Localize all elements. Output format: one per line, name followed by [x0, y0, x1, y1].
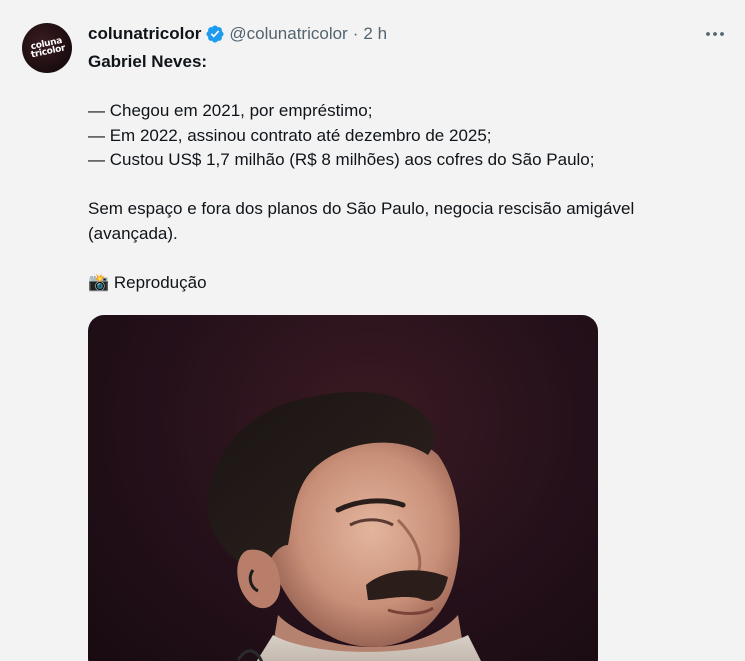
tweet-line-4: Sem espaço e fora dos planos do São Paul…	[88, 199, 635, 218]
verified-badge-icon	[205, 24, 225, 44]
tweet-line-2: — Em 2022, assinou contrato até dezembro…	[88, 125, 492, 145]
tweet-line-1: — Chegou em 2021, por empréstimo;	[88, 101, 373, 120]
player-photo-illustration	[207, 391, 481, 661]
more-icon[interactable]	[703, 24, 727, 44]
tweet-title: Gabriel Neves:	[88, 52, 208, 71]
handle[interactable]: @colunatricolor	[229, 24, 347, 44]
tweet-card[interactable]: coluna tricolor colunatricolor @colunatr…	[0, 0, 745, 661]
photo-credit-text: Reprodução	[113, 272, 207, 292]
tweet-photo[interactable]	[88, 315, 598, 661]
tweet-header: colunatricolor @colunatricolor · 2 h	[88, 22, 387, 46]
photo-credit: 📸 Reprodução	[88, 271, 718, 296]
tweet-line-3: — Custou US$ 1,7 milhão (R$ 8 milhões) a…	[88, 150, 595, 169]
camera-emoji-icon: 📸	[88, 272, 110, 292]
separator-dot: ·	[352, 24, 359, 43]
avatar-logo: coluna tricolor	[28, 36, 66, 61]
display-name[interactable]: colunatricolor	[88, 24, 201, 44]
tweet-text: Gabriel Neves: — Chegou em 2021, por emp…	[88, 50, 718, 295]
tweet-line-5: (avançada).	[88, 223, 178, 243]
timestamp[interactable]: 2 h	[363, 24, 387, 44]
avatar[interactable]: coluna tricolor	[22, 23, 72, 73]
